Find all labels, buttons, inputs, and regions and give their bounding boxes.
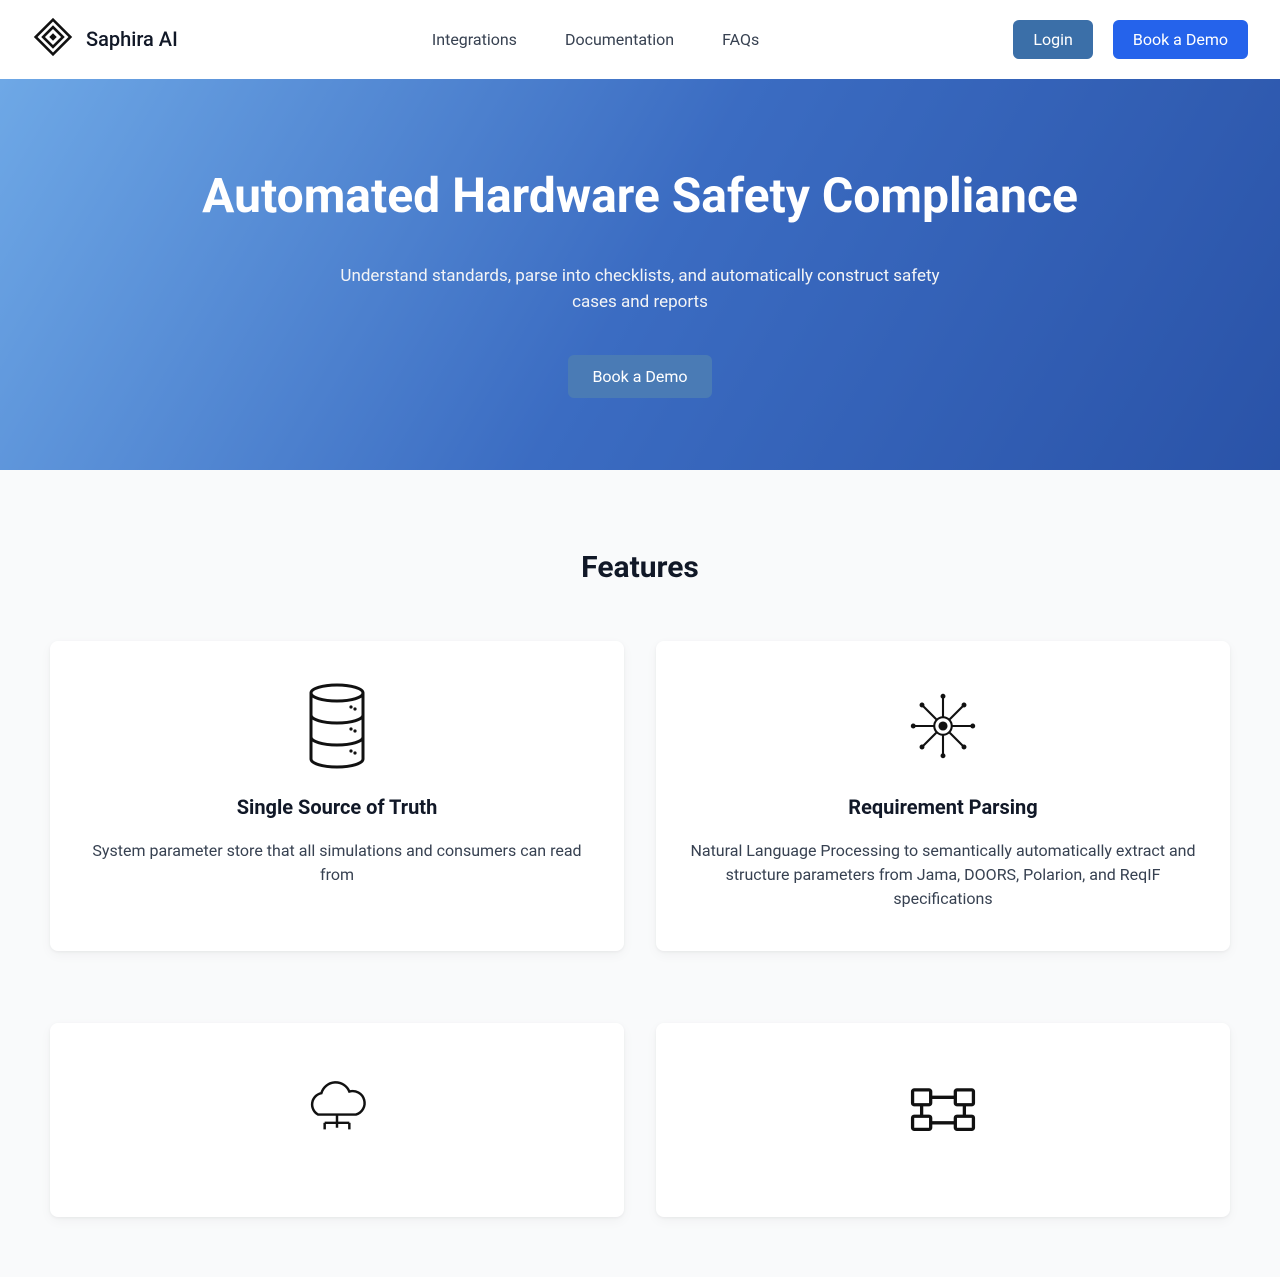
hero-title: Automated Hardware Safety Compliance <box>20 167 1260 224</box>
feature-card-partial-1 <box>50 1023 624 1217</box>
cloud-tree-icon <box>78 1063 596 1153</box>
feature-description: System parameter store that all simulati… <box>78 839 596 887</box>
features-grid: Single Source of Truth System parameter … <box>50 641 1230 951</box>
hero-book-demo-button[interactable]: Book a Demo <box>568 355 711 398</box>
logo-icon <box>32 16 74 62</box>
features-heading: Features <box>32 550 1248 585</box>
header: Saphira AI Integrations Documentation FA… <box>0 0 1280 79</box>
brand[interactable]: Saphira AI <box>32 16 178 62</box>
workflow-icon <box>684 1063 1202 1153</box>
feature-description: Natural Language Processing to semantica… <box>684 839 1202 911</box>
nav-link-faqs[interactable]: FAQs <box>722 30 759 49</box>
feature-card-single-source: Single Source of Truth System parameter … <box>50 641 624 951</box>
feature-card-requirement-parsing: Requirement Parsing Natural Language Pro… <box>656 641 1230 951</box>
nav-link-integrations[interactable]: Integrations <box>432 30 517 49</box>
login-button[interactable]: Login <box>1013 20 1092 59</box>
nav-actions: Login Book a Demo <box>1013 20 1248 59</box>
feature-title: Single Source of Truth <box>78 795 596 819</box>
database-icon <box>78 681 596 771</box>
nav-links: Integrations Documentation FAQs <box>432 30 759 49</box>
features-grid-row-2 <box>50 1023 1230 1217</box>
brand-name: Saphira AI <box>86 27 178 51</box>
nav-link-documentation[interactable]: Documentation <box>565 30 674 49</box>
feature-card-partial-2 <box>656 1023 1230 1217</box>
circuit-icon <box>684 681 1202 771</box>
feature-title: Requirement Parsing <box>684 795 1202 819</box>
hero-subtitle: Understand standards, parse into checkli… <box>330 264 950 315</box>
hero-section: Automated Hardware Safety Compliance Und… <box>0 79 1280 470</box>
features-section: Features Sin <box>0 470 1280 1277</box>
book-demo-button[interactable]: Book a Demo <box>1113 20 1248 59</box>
